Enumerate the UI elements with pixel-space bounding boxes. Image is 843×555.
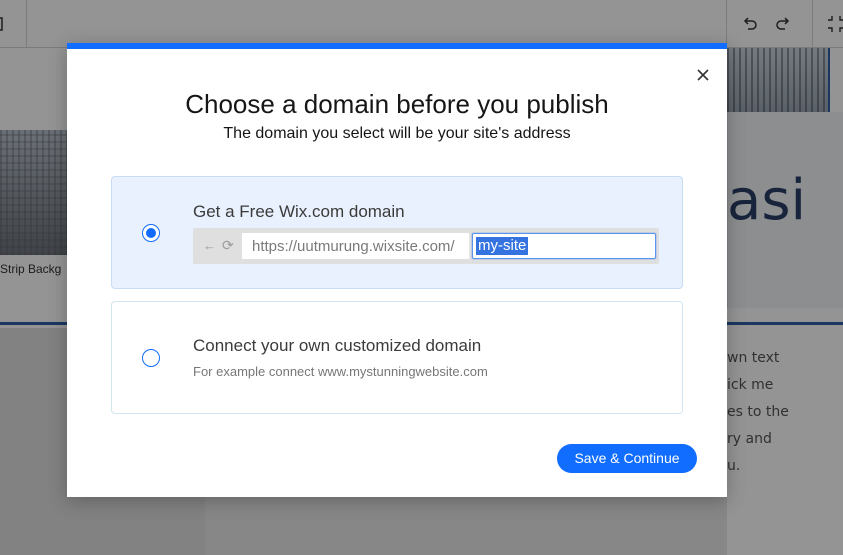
url-prefix-box: https://uutmurung.wixsite.com/ [242, 233, 470, 259]
choose-domain-dialog: Choose a domain before you publish The d… [67, 43, 727, 497]
site-name-input[interactable]: my-site [472, 233, 656, 259]
dialog-subtitle: The domain you select will be your site'… [223, 125, 571, 142]
site-name-value: my-site [476, 237, 529, 255]
reload-icon: ⟳ [222, 237, 234, 253]
arrow-left-icon: ← [203, 238, 216, 253]
custom-domain-option[interactable]: Connect your own customized domain For e… [111, 301, 683, 414]
save-continue-button[interactable]: Save & Continue [557, 444, 697, 473]
custom-domain-radio[interactable] [142, 349, 160, 367]
free-domain-radio[interactable] [142, 224, 160, 242]
custom-domain-label: Connect your own customized domain [193, 336, 482, 355]
free-domain-option[interactable]: Get a Free Wix.com domain ← ⟳ https://uu… [111, 176, 683, 289]
custom-domain-example: For example connect www.mystunningwebsit… [193, 364, 488, 379]
domain-url-bar: ← ⟳ https://uutmurung.wixsite.com/ my-si… [193, 228, 659, 264]
dialog-title: Choose a domain before you publish [185, 89, 609, 119]
close-icon[interactable] [693, 65, 713, 85]
url-prefix: https://uutmurung.wixsite.com/ [252, 238, 455, 255]
free-domain-label: Get a Free Wix.com domain [193, 202, 405, 221]
